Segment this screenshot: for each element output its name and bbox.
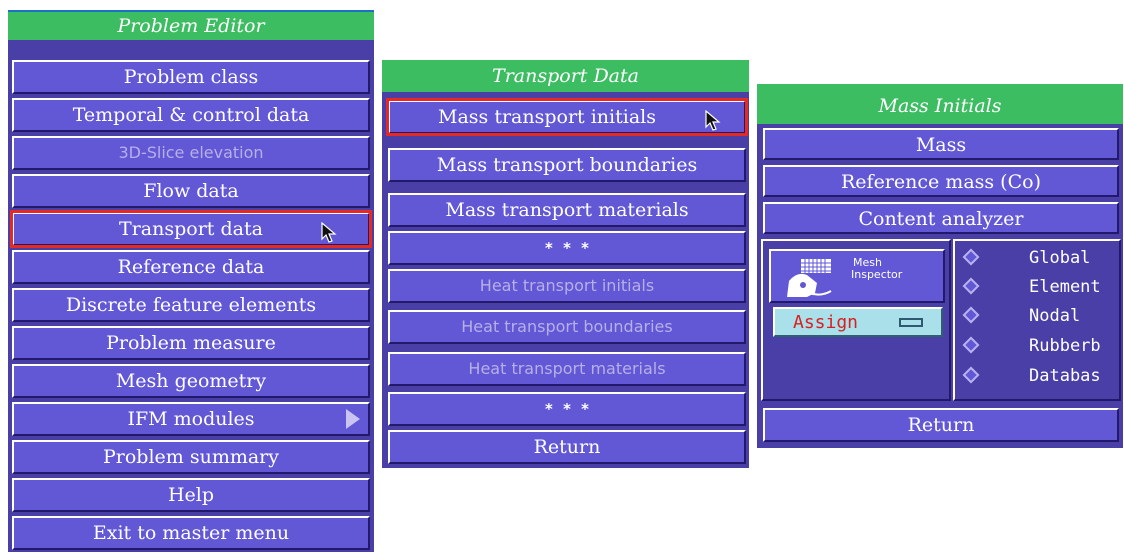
mesh-inspector-panel: Mesh Inspector Assign	[761, 239, 951, 401]
return-button[interactable]: Return	[388, 430, 746, 464]
problem-summary-button[interactable]: Problem summary	[12, 440, 370, 474]
mass-transport-initials-button[interactable]: Mass transport initials	[386, 98, 748, 136]
problem-class-button[interactable]: Problem class	[12, 60, 370, 94]
assign-button[interactable]: Assign	[773, 307, 943, 337]
radio-diamond-icon	[962, 366, 980, 384]
ifm-modules-label: IFM modules	[127, 408, 255, 430]
mass-transport-initials-label: Mass transport initials	[438, 106, 656, 128]
scope-radio-group: Global Element Nodal Rubberb Databas	[953, 239, 1121, 401]
radio-diamond-icon	[962, 277, 980, 295]
mass-initials-title: Mass Initials	[757, 84, 1123, 124]
mesh-inspector-label-line2: Inspector	[851, 268, 903, 281]
transport-data-title: Transport Data	[382, 60, 749, 92]
reference-mass-button[interactable]: Reference mass (Co)	[763, 165, 1119, 197]
mass-button[interactable]: Mass	[763, 128, 1119, 160]
separator-button: * * *	[388, 231, 746, 265]
mesh-geometry-button[interactable]: Mesh geometry	[12, 364, 370, 398]
temporal-control-data-button[interactable]: Temporal & control data	[12, 98, 370, 132]
mesh-inspector-button[interactable]: Mesh Inspector	[769, 249, 945, 303]
heat-transport-materials-button[interactable]: Heat transport materials	[388, 352, 746, 386]
flow-data-button[interactable]: Flow data	[12, 174, 370, 208]
mass-initials-menu: Mass Initials Mass Reference mass (Co) C…	[757, 84, 1123, 448]
radio-diamond-icon	[962, 336, 980, 354]
ifm-modules-button[interactable]: IFM modules	[12, 402, 370, 436]
mouse-pointer-icon	[321, 222, 337, 243]
problem-editor-title: Problem Editor	[8, 10, 374, 40]
radio-nodal[interactable]: Nodal	[961, 305, 1117, 327]
exit-to-master-menu-button[interactable]: Exit to master menu	[12, 516, 370, 550]
reference-data-button[interactable]: Reference data	[12, 250, 370, 284]
radio-database[interactable]: Databas	[961, 365, 1117, 387]
radio-global-label: Global	[1029, 248, 1091, 268]
heat-transport-boundaries-button[interactable]: Heat transport boundaries	[388, 310, 746, 344]
radio-global[interactable]: Global	[961, 247, 1117, 269]
3d-slice-elevation-button[interactable]: 3D-Slice elevation	[12, 136, 370, 170]
assign-indicator-icon	[899, 318, 923, 327]
transport-data-menu: Transport Data Mass transport initials M…	[382, 60, 749, 468]
radio-nodal-label: Nodal	[1029, 306, 1081, 326]
mass-initials-return-button[interactable]: Return	[763, 408, 1119, 442]
help-button[interactable]: Help	[12, 478, 370, 512]
radio-diamond-icon	[962, 248, 980, 266]
content-analyzer-button[interactable]: Content analyzer	[763, 202, 1119, 234]
radio-rubberband[interactable]: Rubberb	[961, 335, 1117, 357]
discrete-feature-elements-button[interactable]: Discrete feature elements	[12, 288, 370, 322]
transport-data-button[interactable]: Transport data	[10, 210, 372, 248]
submenu-arrow-icon	[346, 409, 360, 429]
mass-transport-materials-button[interactable]: Mass transport materials	[388, 193, 746, 227]
mass-transport-boundaries-button[interactable]: Mass transport boundaries	[388, 148, 746, 182]
heat-transport-initials-button[interactable]: Heat transport initials	[388, 269, 746, 303]
assign-label: Assign	[793, 312, 859, 333]
radio-rubberband-label: Rubberb	[1029, 336, 1101, 356]
radio-element[interactable]: Element	[961, 276, 1117, 298]
problem-measure-button[interactable]: Problem measure	[12, 326, 370, 360]
radio-element-label: Element	[1029, 277, 1101, 297]
radio-database-label: Databas	[1029, 366, 1101, 386]
radio-diamond-icon	[962, 306, 980, 324]
separator-button: * * *	[388, 392, 746, 426]
mouse-pointer-icon	[705, 110, 721, 131]
problem-editor-menu: Problem Editor Problem class Temporal & …	[8, 10, 374, 552]
